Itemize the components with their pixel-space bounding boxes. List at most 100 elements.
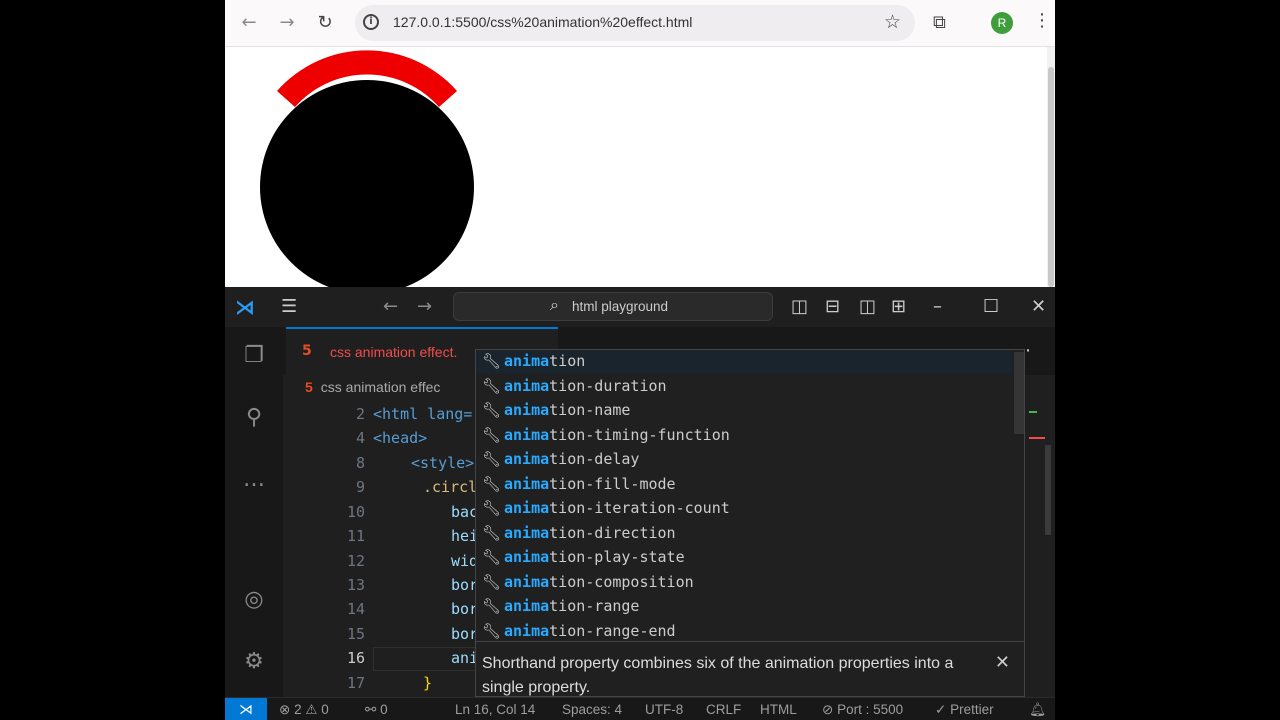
suggest-widget[interactable]: 🔧︎ animation 🔧︎ animation-duration 🔧︎ anima… — [475, 349, 1025, 642]
line-number: 11 — [346, 527, 365, 545]
url-text[interactable]: 127.0.0.1:5500/css%20animation%20effect.… — [393, 14, 692, 30]
close-icon[interactable]: ✕ — [995, 652, 1010, 673]
tab-label: css animation effect. — [330, 344, 458, 360]
toggle-sidebar-icon[interactable]: ◫ — [791, 295, 808, 319]
command-center-label: html playground — [572, 299, 669, 314]
breadcrumb-file: css animation effec — [320, 379, 441, 395]
code-line: <html lang= — [373, 405, 473, 423]
wrench-icon: 🔧︎ — [482, 523, 502, 542]
search-icon: ⌕ — [550, 295, 559, 314]
wrench-icon: 🔧︎ — [482, 450, 502, 468]
status-bar: ⋊ ⊗ 2 ⚠ 0 ⚯ 0 Ln 16, Col 14 Spaces: 4 UT… — [225, 697, 1055, 720]
indentation[interactable]: Spaces: 4 — [562, 702, 622, 717]
breadcrumb[interactable]: 5 css animation effec — [305, 379, 440, 395]
remote-indicator-icon[interactable]: ⋊ — [225, 698, 267, 720]
cursor-position[interactable]: Ln 16, Col 14 — [455, 702, 535, 717]
live-server-port[interactable]: ⊘ Port : 5500 — [822, 702, 903, 718]
wrench-icon: 🔧︎ — [482, 621, 502, 640]
site-info-icon[interactable]: i — [363, 14, 379, 30]
wrench-icon: 🔧︎ — [482, 548, 502, 566]
animation-preview — [260, 50, 474, 287]
line-number: 17 — [346, 674, 365, 692]
close-icon[interactable]: ✕ — [1031, 295, 1046, 319]
black-circle — [260, 80, 474, 287]
line-number: 2 — [355, 405, 365, 423]
wrench-icon: 🔧︎ — [482, 401, 502, 419]
browser-toolbar: ← → ↻ i 127.0.0.1:5500/css%20animation%2… — [225, 0, 1055, 47]
forward-icon[interactable]: → — [417, 295, 432, 319]
page-viewport — [225, 47, 1047, 287]
suggest-item[interactable]: 🔧︎ animation-direction — [476, 522, 1012, 546]
line-number: 16 — [346, 649, 365, 667]
wrench-icon: 🔧︎ — [482, 597, 502, 615]
bookmark-star-icon[interactable]: ☆ — [884, 11, 901, 33]
line-number: 13 — [346, 576, 365, 594]
suggest-item[interactable]: 🔧︎ animation-play-state — [476, 546, 1012, 570]
line-endings[interactable]: CRLF — [706, 702, 741, 717]
line-number: 9 — [355, 478, 365, 496]
menu-icon[interactable]: ⋮ — [1033, 10, 1051, 31]
extensions-icon[interactable]: ⧉ — [933, 12, 946, 33]
wrench-icon: 🔧︎ — [482, 352, 502, 370]
profile-avatar[interactable]: R — [991, 12, 1013, 34]
prettier-status[interactable]: ✓ Prettier — [935, 702, 994, 718]
screen: ← → ↻ i 127.0.0.1:5500/css%20animation%2… — [225, 0, 1055, 720]
suggest-item[interactable]: 🔧︎ animation-timing-function — [476, 424, 1012, 448]
customize-layout-icon[interactable]: ⊞ — [891, 295, 906, 319]
code-line: } — [423, 674, 433, 692]
html5-icon: 5 — [302, 343, 312, 359]
search-icon[interactable]: ⚲ — [239, 403, 269, 433]
suggest-item[interactable]: 🔧︎ animation-delay — [476, 448, 1012, 472]
line-number: 10 — [346, 503, 365, 521]
wrench-icon: 🔧︎ — [482, 474, 502, 493]
reload-icon[interactable]: ↻ — [313, 11, 337, 35]
back-icon[interactable]: ← — [237, 11, 261, 35]
minimap[interactable] — [1025, 375, 1055, 697]
line-number: 4 — [355, 429, 365, 447]
vscode-titlebar: ⋊ ☰ ← → ⌕ html playground ◫ ⊟ ◫ ⊞ – ☐ ✕ — [225, 287, 1055, 327]
vscode-logo-icon: ⋊ — [235, 295, 255, 319]
page-scrollbar[interactable] — [1047, 47, 1055, 287]
html5-icon: 5 — [305, 379, 313, 395]
line-number: 12 — [346, 552, 365, 570]
notifications-bell-icon[interactable]: 🔔︎ — [1029, 702, 1046, 718]
suggest-scrollbar[interactable] — [1014, 352, 1024, 434]
code-line: .circl — [423, 478, 478, 496]
wrench-icon: 🔧︎ — [482, 499, 502, 517]
hamburger-menu-icon[interactable]: ☰ — [281, 295, 297, 319]
line-number: 14 — [346, 600, 365, 618]
toggle-panel-icon[interactable]: ⊟ — [825, 295, 840, 319]
code-line: <style> — [411, 454, 475, 472]
suggest-item[interactable]: 🔧︎ animation-duration — [476, 375, 1012, 399]
code-line: <head> — [373, 429, 428, 447]
explorer-icon[interactable]: ❐ — [239, 341, 269, 371]
forward-icon[interactable]: → — [275, 11, 299, 35]
address-bar[interactable]: i 127.0.0.1:5500/css%20animation%20effec… — [355, 5, 915, 41]
suggest-item[interactable]: 🔧︎ animation-fill-mode — [476, 473, 1012, 497]
back-icon[interactable]: ← — [383, 295, 398, 319]
more-views-icon[interactable]: … — [239, 465, 269, 495]
wrench-icon: 🔧︎ — [482, 376, 502, 395]
vscode-window: ⋊ ☰ ← → ⌕ html playground ◫ ⊟ ◫ ⊞ – ☐ ✕ … — [225, 287, 1055, 720]
accounts-icon[interactable]: ◎ — [239, 585, 269, 615]
toggle-secondary-sidebar-icon[interactable]: ◫ — [859, 295, 876, 319]
problems-indicator[interactable]: ⊗ 2 ⚠ 0 — [279, 702, 329, 718]
ports-indicator[interactable]: ⚯ 0 — [365, 702, 388, 718]
minimize-icon[interactable]: – — [933, 295, 942, 319]
activity-bar: ❐ ⚲ … ◎ ⚙ — [225, 327, 283, 697]
encoding[interactable]: UTF-8 — [645, 702, 683, 717]
maximize-icon[interactable]: ☐ — [983, 295, 999, 319]
command-center[interactable]: ⌕ html playground — [453, 292, 773, 321]
line-number: 15 — [346, 625, 365, 643]
suggest-item[interactable]: 🔧︎ animation-composition — [476, 571, 1012, 595]
settings-gear-icon[interactable]: ⚙ — [239, 647, 269, 677]
suggest-item[interactable]: 🔧︎ animation-name — [476, 399, 1012, 423]
suggest-item[interactable]: 🔧︎ animation-range-end — [476, 620, 1012, 642]
suggest-description: Shorthand property combines six of the a… — [482, 655, 954, 696]
wrench-icon: 🔧︎ — [482, 425, 502, 444]
wrench-icon: 🔧︎ — [482, 572, 502, 591]
language-mode[interactable]: HTML — [760, 702, 797, 717]
suggest-item[interactable]: 🔧︎ animation-range — [476, 595, 1012, 619]
suggest-item[interactable]: 🔧︎ animation — [476, 350, 1012, 374]
suggest-item[interactable]: 🔧︎ animation-iteration-count — [476, 497, 1012, 521]
